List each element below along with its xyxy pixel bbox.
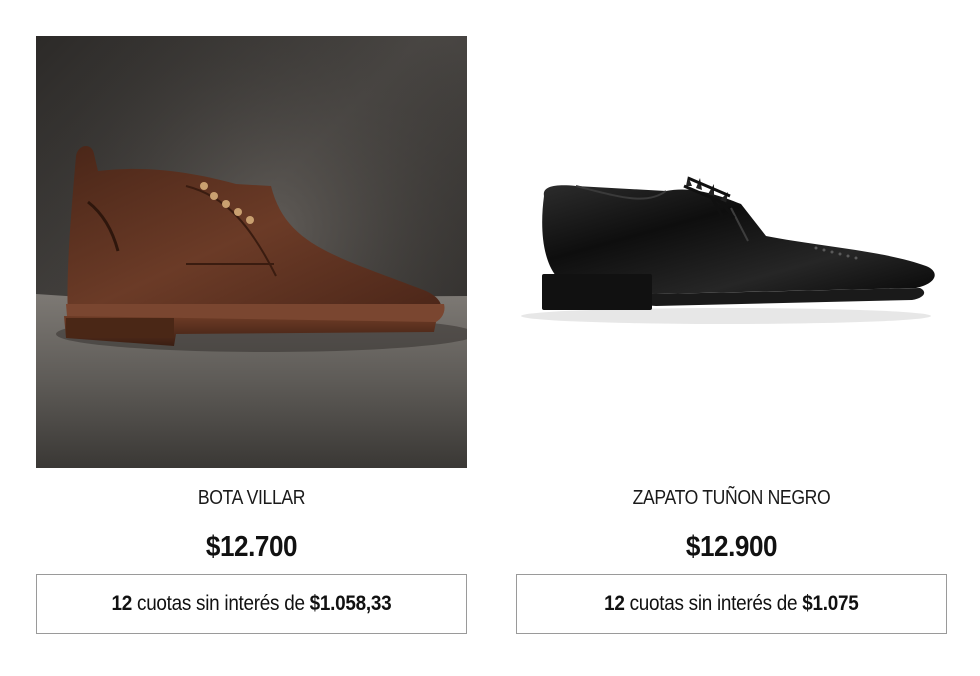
product-image[interactable] xyxy=(36,36,467,468)
installments-amount: $1.058,33 xyxy=(309,592,392,615)
product-name[interactable]: ZAPATO TUÑON NEGRO xyxy=(542,486,921,510)
installments-text: cuotas sin interés de xyxy=(624,592,803,615)
product-card[interactable]: ZAPATO TUÑON NEGRO $12.900 12 cuotas sin… xyxy=(516,36,947,634)
installments-box: 12 cuotas sin interés de $1.058,33 xyxy=(36,574,467,634)
installments-count: 12 xyxy=(604,592,625,615)
product-image[interactable] xyxy=(516,36,947,468)
product-card[interactable]: BOTA VILLAR $12.700 12 cuotas sin interé… xyxy=(36,36,467,634)
product-price: $12.700 xyxy=(205,531,298,563)
product-grid: BOTA VILLAR $12.700 12 cuotas sin interé… xyxy=(0,0,980,676)
installments-amount: $1.075 xyxy=(802,592,859,615)
brown-boot-icon xyxy=(36,36,467,468)
installments-text: cuotas sin interés de xyxy=(132,592,310,615)
installments-count: 12 xyxy=(111,592,133,615)
installments-box: 12 cuotas sin interés de $1.075 xyxy=(516,574,947,634)
product-price: $12.900 xyxy=(685,531,778,563)
black-shoe-icon xyxy=(516,36,947,468)
product-name[interactable]: BOTA VILLAR xyxy=(62,486,441,510)
